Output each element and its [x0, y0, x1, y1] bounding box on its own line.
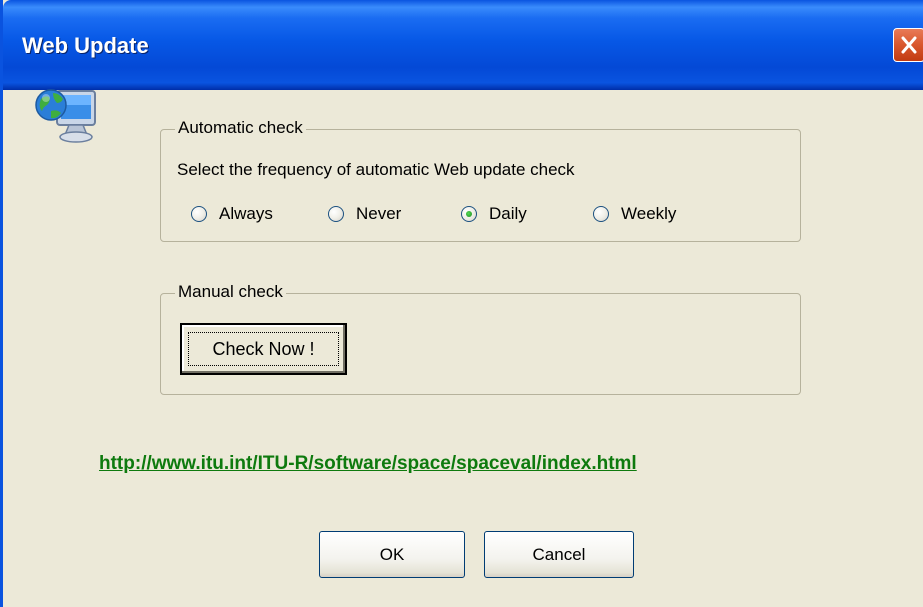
close-icon	[901, 36, 917, 54]
check-now-button[interactable]: Check Now !	[180, 323, 347, 375]
radio-never-circle[interactable]	[328, 206, 344, 222]
globe-computer-icon	[33, 83, 101, 151]
radio-daily-circle[interactable]	[461, 206, 477, 222]
manual-check-legend: Manual check	[175, 282, 286, 302]
itu-website-link[interactable]: http://www.itu.int/ITU-R/software/space/…	[99, 453, 637, 475]
radio-always-label: Always	[219, 204, 273, 223]
ok-button[interactable]: OK	[319, 531, 465, 578]
radio-daily[interactable]: Daily	[461, 204, 527, 224]
automatic-check-group: Automatic check Select the frequency of …	[160, 118, 801, 242]
title-bar[interactable]: Web Update	[3, 0, 923, 90]
window-title: Web Update	[22, 33, 149, 58]
automatic-check-legend: Automatic check	[175, 118, 306, 138]
radio-weekly-label: Weekly	[621, 204, 677, 223]
check-now-label: Check Now !	[212, 339, 315, 359]
radio-weekly[interactable]: Weekly	[593, 204, 676, 224]
frequency-description: Select the frequency of automatic Web up…	[177, 160, 575, 179]
radio-never[interactable]: Never	[328, 204, 401, 224]
radio-weekly-circle[interactable]	[593, 206, 609, 222]
web-update-dialog: Web Update Automatic check Select the fr…	[0, 0, 923, 607]
radio-never-label: Never	[356, 204, 402, 223]
radio-always[interactable]: Always	[191, 204, 273, 224]
close-button[interactable]	[893, 28, 923, 62]
cancel-button[interactable]: Cancel	[484, 531, 634, 578]
radio-daily-label: Daily	[489, 204, 527, 223]
radio-always-circle[interactable]	[191, 206, 207, 222]
